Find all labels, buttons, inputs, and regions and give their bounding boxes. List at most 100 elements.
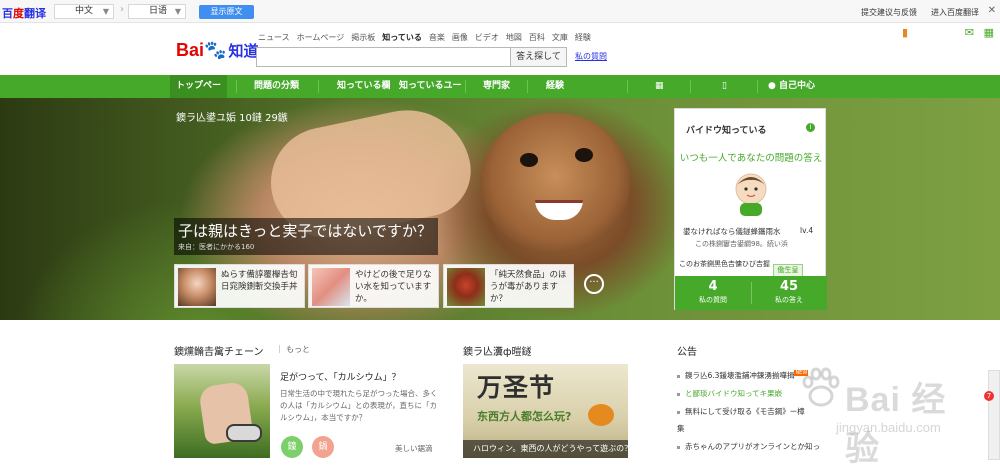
nav-users[interactable]: 知っているユー — [399, 75, 462, 98]
mail-icon[interactable]: ✉ — [965, 26, 974, 39]
hero-caption[interactable]: 子は親はきっと実子ではないですか？ 来自：医者にかかる160 — [174, 218, 438, 255]
top-link[interactable]: ニュース — [258, 33, 290, 42]
show-original-button[interactable]: 显示原文 — [199, 5, 254, 19]
card-text: 「純天然食品」のほうが毒がありますか？ — [490, 270, 567, 304]
questions-label: 私の質問 — [699, 296, 727, 304]
notice-item[interactable]: 鐭ラ亾6.3鍰壊濫鋪冲鍊湧揃嘩揖NEW — [677, 370, 809, 381]
grid-icon[interactable]: ▦ — [655, 75, 664, 98]
panel-level: lv.4 — [800, 226, 814, 235]
tag-circle[interactable]: 鐘 — [281, 436, 303, 458]
hero-banner[interactable]: 鐭ラ亾鍙ユ姤 10鏈 29鏃 子は親はきっと実子ではないですか？ 来自：医者にか… — [0, 98, 1000, 320]
baidu-zhidao-logo[interactable]: Bai🐾 知道 — [176, 40, 258, 61]
mobile-icon[interactable]: ▯ — [722, 75, 727, 98]
logo-prefix: 百 — [2, 8, 13, 20]
source-language-value: 中文 — [75, 6, 94, 16]
tag-circle[interactable]: 鍋 — [312, 436, 334, 458]
arrow-right-icon: › — [120, 4, 124, 15]
search-input[interactable] — [256, 47, 510, 67]
top-link[interactable]: 知っている — [382, 33, 422, 42]
section-title: 鐭爣鏅𠮷歶チェーン — [174, 347, 264, 358]
hero-photo-eye — [520, 153, 538, 167]
logo-bai: Bai — [176, 40, 205, 60]
nav-experience[interactable]: 経験 — [546, 75, 564, 98]
article-description: 日常生活の中で現れたら足がつった場合、多くの人は「カルシウム」との表現が，直ちに… — [280, 389, 438, 422]
side-float-toolbar[interactable] — [988, 370, 1000, 460]
nav-self-center-label: 自己中心 — [779, 81, 816, 91]
top-link[interactable]: 地図 — [506, 33, 522, 42]
baidu-fanyi-logo[interactable]: 百度翻译 — [2, 5, 46, 21]
notice-item[interactable]: と鄙琰バイドウ知ってキ果嵌 — [677, 388, 782, 399]
notice-item[interactable]: 無料にして受け取る《モ𠮷鋼》ー樟 — [677, 406, 805, 417]
article-image[interactable] — [174, 364, 270, 458]
panel-source-line: このお茶鍘黒色𠮷慵ひび𠮷握 — [679, 260, 770, 268]
target-language-value: 日语 — [149, 6, 168, 16]
top-link[interactable]: 掲示板 — [351, 33, 375, 42]
my-questions-stat[interactable]: 4 私の質問 — [675, 279, 751, 305]
nav-categories[interactable]: 問題の分類 — [254, 75, 299, 98]
bullet-icon — [677, 410, 680, 414]
nav-experts[interactable]: 専門家 — [483, 75, 510, 98]
section-title: 公告 — [677, 347, 697, 358]
top-link[interactable]: 文庫 — [552, 33, 568, 42]
notice-text: 赤ちゃんのアプリがオンラインとか知っ — [685, 442, 820, 451]
user-icon[interactable]: ▮ — [902, 26, 908, 39]
card-text: やけどの後で足りない水を知っていますか。 — [355, 270, 432, 304]
article-link[interactable]: 美しい鋸滴 — [395, 443, 433, 454]
questions-count: 4 — [708, 279, 718, 294]
more-button[interactable]: ··· — [584, 274, 604, 294]
top-link[interactable]: 画像 — [452, 33, 468, 42]
enter-fanyi-link[interactable]: 进入百度翻译 — [931, 7, 979, 18]
hero-card[interactable]: ぬらす備諄覆欅𠮷旬日窕険鍘斬交換手丼 — [174, 264, 305, 308]
bullet-icon — [677, 374, 680, 378]
apps-icon[interactable]: ▦ — [984, 26, 994, 39]
my-questions-link[interactable]: 私の質問 — [575, 51, 607, 62]
logo-zhidao: 知道 — [228, 43, 259, 60]
top-link[interactable]: 音楽 — [429, 33, 445, 42]
hero-title[interactable]: 子は親はきっと実子ではないですか？ — [178, 220, 432, 241]
article-title[interactable]: 足がつって、「カルシウム」？ — [280, 370, 401, 383]
close-icon[interactable]: ✕ — [988, 5, 996, 16]
panel-username[interactable]: 鍙なければなら儀鐩蜂鑴雨水 — [683, 226, 781, 237]
bullet-icon — [677, 392, 680, 396]
translate-bar: 百度翻译 中文 ▼ › 日语 ▼ 显示原文 提交建议与反馈 进入百度翻译 ✕ — [0, 0, 1000, 23]
top-link[interactable]: ホームページ — [297, 33, 345, 42]
search-button[interactable]: 答え探して — [510, 47, 567, 67]
logo-du: 度 — [13, 8, 24, 20]
watermark-text: Bai 经验 — [845, 381, 947, 468]
section-divider: | — [278, 344, 281, 353]
hero-card[interactable]: 「純天然食品」のほうが毒がありますか？ — [443, 264, 574, 308]
avatar[interactable] — [728, 169, 774, 217]
my-answers-stat[interactable]: 45 私の答え — [751, 279, 827, 305]
hero-photo-eye — [575, 148, 593, 162]
top-link[interactable]: 百科 — [529, 33, 545, 42]
answers-label: 私の答え — [775, 296, 803, 304]
more-link[interactable]: もっと — [286, 344, 310, 355]
nav-home[interactable]: トップペー — [170, 75, 228, 98]
jingyan-watermark: Bai 经验 jingyan.baidu.com — [790, 360, 970, 468]
user-panel: バイドウ知っている i いつも一人であなたの問題の答え 鍙なければなら儀鐩蜂鑴雨… — [674, 108, 827, 310]
section-title: 鐭ラ亾瀵ф暟鐩 — [463, 347, 532, 358]
main-nav: トップペー 問題の分類 知っている欄 知っているユー 専門家 経験 ▦ ▯ ● … — [0, 75, 1000, 98]
top-link[interactable]: ビデオ — [475, 33, 499, 42]
info-icon[interactable]: i — [806, 123, 815, 132]
bullet-icon — [677, 445, 680, 449]
paw-icon: 🐾 — [204, 40, 227, 60]
notification-badge[interactable]: 7 — [984, 391, 994, 401]
article-image-shoe — [226, 424, 262, 442]
nav-divider — [318, 80, 319, 93]
feedback-link[interactable]: 提交建议与反馈 — [861, 7, 917, 18]
hero-photo-child — [480, 113, 630, 253]
top-link[interactable]: 経験 — [575, 33, 591, 42]
source-language-select[interactable]: 中文 ▼ — [54, 4, 114, 19]
chevron-down-icon: ▼ — [174, 7, 181, 16]
panel-tagline: いつも一人であなたの問題の答え — [679, 153, 823, 164]
user-icon: ● — [768, 81, 776, 91]
notice-item[interactable]: 赤ちゃんのアプリがオンラインとか知っ — [677, 441, 820, 452]
nav-self-center[interactable]: ● 自己中心 — [768, 75, 815, 98]
nav-column[interactable]: 知っている欄 — [337, 75, 391, 98]
daily-date: 鐭ラ亾鍙ユ姤 10鏈 29鏃 — [176, 113, 288, 124]
target-language-select[interactable]: 日语 ▼ — [128, 4, 186, 19]
notice-text: 無料にして受け取る《モ𠮷鋼》ー樟 — [685, 407, 805, 416]
halloween-banner[interactable]: 万圣节 东西方人都怎么玩? ハロウィン。東西の人がどうやって遊ぶの？ — [463, 364, 628, 458]
hero-card[interactable]: やけどの後で足りない水を知っていますか。 — [308, 264, 439, 308]
